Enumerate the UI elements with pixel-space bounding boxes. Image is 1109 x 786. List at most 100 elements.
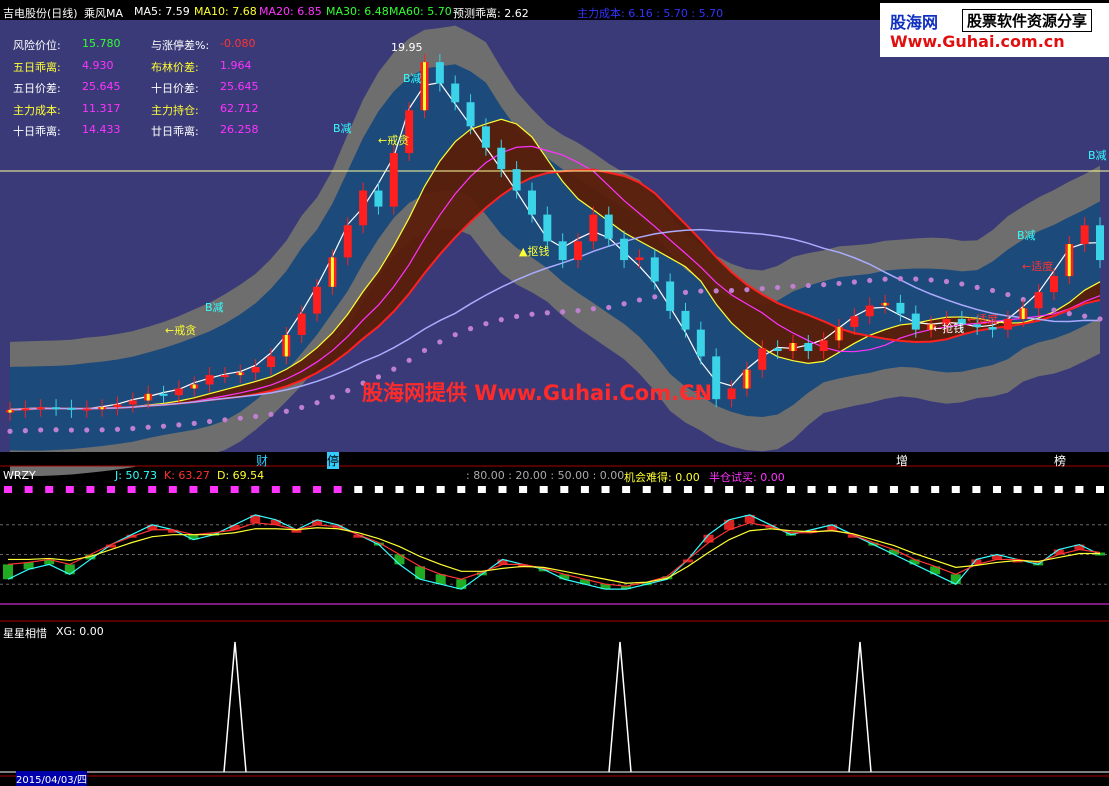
wrzy-signal-box: [24, 486, 33, 493]
info-label: 主力成本:: [13, 103, 61, 117]
cost-dot: [99, 427, 105, 433]
wrzy-k: K: 63.27: [164, 469, 210, 482]
candle-body: [1049, 276, 1058, 293]
candle-body: [389, 153, 398, 207]
candle-body: [850, 316, 859, 327]
indicator-name: 乘风MA: [84, 7, 124, 20]
candle-body: [558, 241, 567, 261]
event-marker-bang: 榜: [1054, 454, 1067, 468]
candle-body: [159, 393, 168, 396]
wrzy-signal-box: [436, 486, 445, 493]
shidu-label-1: ←适度: [967, 313, 999, 326]
bjian-label-2: B减: [333, 122, 352, 135]
wrzy-signal-box: [1013, 486, 1022, 493]
stock-title: 吉电股份(日线): [3, 7, 78, 20]
wrzy-signal-box: [725, 486, 734, 493]
xg-spike: [608, 641, 632, 773]
wrzy-signal-box: [1075, 486, 1084, 493]
wrzy-signal-box: [745, 486, 754, 493]
cost-dot: [974, 284, 980, 290]
candle-body: [1080, 225, 1089, 245]
cost-dot: [867, 277, 873, 284]
cost-dot: [160, 423, 167, 429]
candle-body: [497, 147, 506, 170]
cost-dot: [206, 418, 213, 425]
cost-dot: [928, 277, 934, 283]
cost-dot: [130, 425, 136, 432]
ma5-readout: MA5: 7.59: [134, 5, 190, 18]
candle-body: [650, 257, 659, 282]
cost-dot: [237, 415, 243, 421]
wrzy-signal-box: [107, 486, 116, 493]
bjian-label-4: B减: [1088, 149, 1107, 162]
cost-dot: [1082, 313, 1088, 319]
wrzy-signal-box: [374, 486, 383, 493]
cost-dot: [529, 311, 535, 317]
cost-dot: [913, 276, 919, 282]
candle-body: [251, 367, 260, 373]
candle-body: [574, 241, 583, 261]
info-value: 14.433: [82, 123, 121, 136]
cost-dot: [421, 347, 428, 354]
marker-strip: [0, 452, 1109, 466]
high-price-label: 19.95: [391, 41, 423, 54]
cost-dot: [1005, 291, 1011, 298]
candle-body: [67, 407, 76, 410]
candle-body: [435, 62, 444, 84]
wrzy-signal-box: [869, 486, 878, 493]
logo-tag: 股票软件资源分享: [962, 9, 1093, 32]
wrzy-title: WRZY: [3, 469, 36, 482]
info-label: 与涨停差%:: [151, 39, 210, 52]
candle-highlight: [100, 407, 104, 410]
cost-dot: [38, 427, 44, 433]
candle-highlight: [1021, 308, 1025, 319]
shidu-label-2: ←适度: [1022, 260, 1054, 273]
candle-body: [804, 343, 813, 352]
candle-body: [297, 313, 306, 335]
cost-dot: [652, 294, 658, 300]
info-label: 布林价差:: [151, 60, 199, 74]
xx-title: 星星相惜: [3, 627, 47, 640]
wrzy-signal-box: [539, 486, 548, 493]
cost-dot: [698, 288, 704, 294]
cost-dot: [84, 427, 90, 433]
wrzy-signal-box: [807, 486, 816, 493]
cost-dot: [329, 394, 335, 400]
cost-dot: [253, 413, 259, 420]
cost-dot: [483, 321, 489, 327]
candle-body: [696, 329, 705, 357]
candle-highlight: [837, 326, 841, 341]
candle-body: [527, 190, 536, 215]
candle-body: [174, 388, 183, 396]
wrzy-signal-box: [704, 486, 713, 493]
candle-body: [604, 214, 613, 239]
info-label: 五日乖离:: [13, 60, 61, 74]
wrzy-levels: : 80.00 : 20.00 : 50.00 : 0.00: [466, 469, 625, 482]
cost-dot: [1051, 307, 1057, 313]
cost-dot: [222, 417, 228, 423]
cost-dot: [53, 427, 59, 433]
candle-highlight: [883, 302, 887, 306]
info-label: 廿日乖离:: [151, 125, 199, 138]
wrzy-signal-box: [168, 486, 177, 493]
cost-dot: [590, 306, 596, 312]
wrzy-d: D: 69.54: [217, 469, 265, 482]
wrzy-signal-box: [889, 486, 898, 493]
candle-body: [896, 302, 905, 314]
cost-dot: [621, 301, 627, 307]
wrzy-half: 半仓试买: 0.00: [709, 471, 785, 484]
candle-body: [205, 375, 214, 385]
cost-dot: [682, 289, 689, 295]
candle-highlight: [8, 409, 12, 413]
ma30-readout: MA30: 6.48: [326, 5, 389, 18]
candle-body: [865, 305, 874, 317]
candle-body: [466, 102, 475, 127]
candle-body: [1034, 292, 1043, 309]
cost-dot: [314, 400, 320, 406]
candle-body: [1096, 225, 1104, 261]
candle-highlight: [791, 343, 795, 352]
candle-body: [359, 190, 368, 226]
wrzy-signal-box: [189, 486, 198, 493]
xg-spike: [848, 641, 872, 773]
candle-body: [481, 126, 490, 148]
